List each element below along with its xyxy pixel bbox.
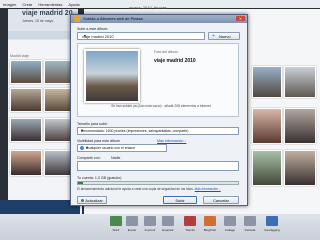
- upload-tool-icon[interactable]: [110, 216, 122, 226]
- album-pane-label: Madrid viaje: [10, 54, 29, 58]
- dialog-titlebar[interactable]: Subida a Álbumes web de Picasa X: [71, 15, 247, 23]
- blog-tool-icon[interactable]: [204, 216, 216, 226]
- tool-label-pelicula: Película: [244, 228, 256, 232]
- thumbnail[interactable]: [10, 60, 42, 84]
- new-album-label: Nuevo: [219, 34, 231, 39]
- size-label: Tamaño para subir:: [77, 122, 108, 126]
- chevron-down-icon: ▾: [81, 128, 84, 133]
- chevron-down-icon: ▾: [86, 145, 89, 150]
- quota-bar: [77, 181, 239, 185]
- update-button-label: Actualizar: [85, 198, 103, 203]
- upload-button-label: Subir: [175, 198, 185, 203]
- quota-note: El almacenamiento adicional te ayuda a c…: [77, 187, 242, 191]
- movie-tool-icon[interactable]: [244, 216, 256, 226]
- quota-note-text: El almacenamiento adicional te ayuda a c…: [77, 187, 194, 191]
- quota-fill: [78, 182, 83, 184]
- plus-icon: +: [212, 33, 215, 39]
- album-header-name: viaje madrid 20: [22, 10, 73, 17]
- print-tool-icon[interactable]: [144, 216, 156, 226]
- email-tool-icon[interactable]: [126, 216, 138, 226]
- album-header-subtitle: Jueves, 15 de mayo: [22, 19, 54, 23]
- picasa-icon: [74, 16, 80, 22]
- thumbnail[interactable]: [252, 66, 282, 98]
- menu-herramientas[interactable]: Herramientas: [38, 2, 62, 7]
- thumbnail[interactable]: [252, 150, 282, 186]
- tool-label-imprimir: Imprimir: [144, 228, 156, 232]
- visibility-dropdown[interactable]: Cualquier usuario con el enlace ▾: [77, 144, 167, 152]
- thumbnail[interactable]: [10, 150, 42, 176]
- cancel-button-label: Cancelar: [212, 198, 229, 203]
- album-name: viaje madrid 2010: [154, 58, 196, 64]
- chevron-down-icon: ▾: [83, 33, 86, 38]
- upload-button[interactable]: Subir: [163, 196, 197, 204]
- shop-tool-icon[interactable]: [184, 216, 196, 226]
- tool-label-exportar: Exportar: [162, 228, 174, 232]
- tool-label-geotagging: Geotagging: [264, 228, 280, 232]
- update-button[interactable]: Actualizar: [77, 196, 107, 204]
- visibility-label: Visibilidad para este álbum: [77, 139, 120, 143]
- share-label: Compartir con:: [77, 156, 101, 160]
- size-dropdown[interactable]: Recomendado: 1600 píxeles (impresiones, …: [77, 127, 239, 135]
- album-dropdown[interactable]: viaje madrid 2010 ▾: [77, 32, 205, 40]
- close-button[interactable]: X: [236, 16, 245, 21]
- cancel-button[interactable]: Cancelar: [203, 196, 239, 204]
- menu-crear[interactable]: Crear: [22, 2, 32, 7]
- tool-label-collage: Collage: [224, 228, 236, 232]
- thumbnail[interactable]: [10, 88, 42, 112]
- album-photo-label: Foto del álbum: [154, 50, 178, 54]
- tool-label-blogthis: BlogThis!: [203, 228, 217, 232]
- share-value: Nadie: [111, 156, 121, 160]
- preview-note: Se han subido ya (Aún está vacío) · añad…: [111, 104, 211, 108]
- thumbnail[interactable]: [284, 66, 316, 98]
- globe-icon: [80, 146, 84, 150]
- upload-dialog: Subida a Álbumes web de Picasa X Subir a…: [70, 14, 248, 206]
- geotag-tool-icon[interactable]: [266, 216, 278, 226]
- menu-ayuda[interactable]: Ayuda: [68, 2, 79, 7]
- thumbnail[interactable]: [284, 108, 316, 144]
- quota-label: Tu cuenta: 1,0 GB (gratuito): [77, 176, 122, 180]
- visibility-info-link[interactable]: Más información...: [157, 139, 186, 143]
- thumbnail[interactable]: [10, 118, 42, 142]
- quota-info-link[interactable]: Más información...: [195, 187, 221, 191]
- album-preview: Foto del álbum viaje madrid 2010 Se han …: [77, 43, 239, 117]
- tool-label-tienda: Tienda: [185, 228, 195, 232]
- album-cover-photo: [84, 49, 140, 103]
- thumbnail[interactable]: [252, 108, 282, 144]
- share-input[interactable]: [77, 161, 239, 171]
- new-album-button[interactable]: + Nuevo: [208, 32, 240, 40]
- export-tool-icon[interactable]: [162, 216, 174, 226]
- dialog-title: Subida a Álbumes web de Picasa: [83, 16, 143, 21]
- collage-tool-icon[interactable]: [224, 216, 236, 226]
- thumbnail[interactable]: [284, 150, 316, 186]
- menu-imagen[interactable]: Imagen: [3, 2, 16, 7]
- refresh-icon: [81, 199, 84, 202]
- tool-label-enviar: Enviar: [127, 228, 137, 232]
- upload-to-label: Subir a este álbum:: [77, 27, 108, 31]
